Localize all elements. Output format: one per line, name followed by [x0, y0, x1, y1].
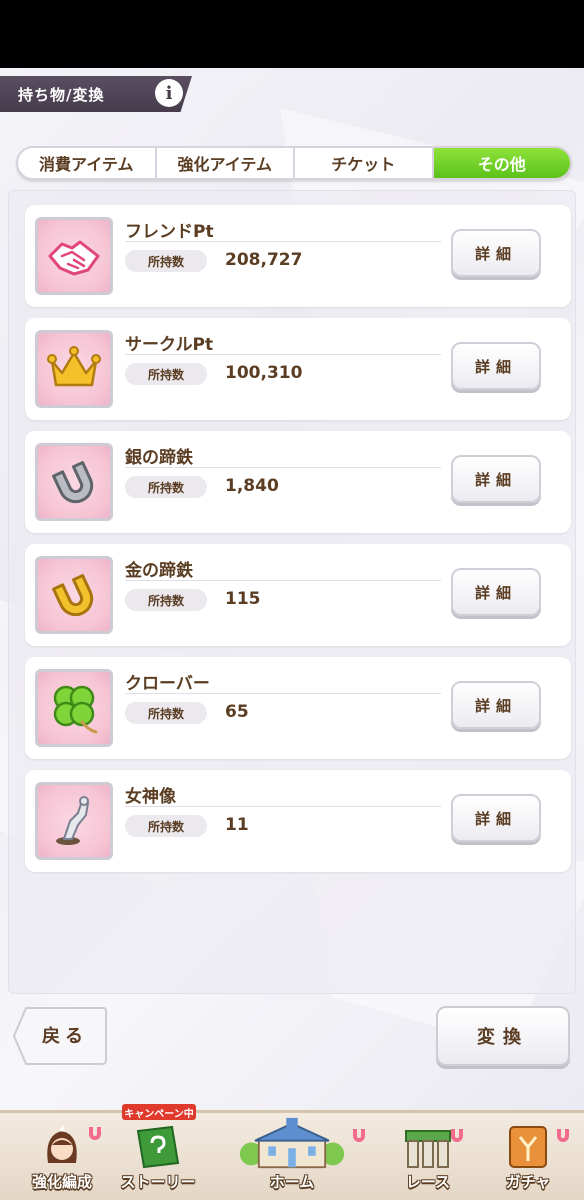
divider — [125, 241, 441, 242]
item-name: フレンドPt — [125, 222, 214, 242]
item-name: 女神像 — [125, 787, 176, 807]
handshake-icon — [35, 217, 113, 295]
list-item: 女神像 所持数 11 詳細 — [25, 770, 571, 872]
story-book-icon — [136, 1125, 180, 1169]
divider — [125, 467, 441, 468]
count-label: 所持数 — [125, 250, 207, 272]
item-name: サークルPt — [125, 335, 214, 355]
detail-button[interactable]: 詳細 — [451, 455, 541, 503]
crown-icon — [35, 330, 113, 408]
notification-horseshoe-icon — [353, 1129, 365, 1142]
item-name: 銀の蹄鉄 — [125, 448, 193, 468]
nav-label: ホーム — [269, 1173, 315, 1191]
notification-horseshoe-icon — [451, 1129, 463, 1142]
nav-label: レース — [405, 1173, 451, 1191]
nav-home[interactable]: ホーム — [222, 1116, 362, 1192]
inventory-screen: 持ち物/変換 i 消費アイテム 強化アイテム チケット その他 フレンドPt 所… — [0, 68, 584, 1200]
gacha-icon — [509, 1126, 547, 1168]
divider — [125, 693, 441, 694]
list-item: 銀の蹄鉄 所持数 1,840 詳細 — [25, 431, 571, 533]
count-label: 所持数 — [125, 476, 207, 498]
item-name: クローバー — [125, 674, 210, 694]
count-value: 208,727 — [225, 250, 303, 270]
count-value: 115 — [225, 589, 261, 609]
detail-button[interactable]: 詳細 — [451, 568, 541, 616]
notification-horseshoe-icon — [557, 1129, 569, 1142]
page-title: 持ち物/変換 — [18, 85, 105, 104]
detail-button[interactable]: 詳細 — [451, 342, 541, 390]
info-button[interactable]: i — [155, 79, 183, 107]
bottom-navigation: 強化編成 ストーリー ホーム レース ガチャ — [0, 1110, 584, 1200]
item-list[interactable]: フレンドPt 所持数 208,727 詳細 サークルPt 所持数 100,310… — [8, 190, 576, 994]
tab-consumables[interactable]: 消費アイテム — [18, 148, 157, 178]
tab-others[interactable]: その他 — [433, 148, 570, 178]
nav-label: ストーリー — [120, 1173, 196, 1191]
notification-horseshoe-icon — [89, 1127, 101, 1140]
list-item: 金の蹄鉄 所持数 115 詳細 — [25, 544, 571, 646]
tab-enhancement[interactable]: 強化アイテム — [157, 148, 295, 178]
category-tabs: 消費アイテム 強化アイテム チケット その他 — [16, 146, 572, 180]
nav-story[interactable]: ストーリー — [112, 1116, 204, 1192]
character-icon — [47, 1125, 77, 1163]
item-name: 金の蹄鉄 — [125, 561, 193, 581]
home-building-icon — [239, 1117, 345, 1169]
gold-horseshoe-icon — [35, 556, 113, 634]
count-label: 所持数 — [125, 815, 207, 837]
convert-button[interactable]: 変換 — [436, 1006, 570, 1066]
count-value: 100,310 — [225, 363, 303, 383]
list-item: フレンドPt 所持数 208,727 詳細 — [25, 205, 571, 307]
nav-label: 強化編成 — [31, 1173, 92, 1191]
count-label: 所持数 — [125, 589, 207, 611]
back-button[interactable]: 戻る — [12, 1006, 108, 1064]
count-label: 所持数 — [125, 702, 207, 724]
nav-label: ガチャ — [505, 1173, 551, 1191]
campaign-badge: キャンペーン中 — [122, 1104, 196, 1120]
list-item: クローバー 所持数 65 詳細 — [25, 657, 571, 759]
tab-tickets[interactable]: チケット — [295, 148, 434, 178]
divider — [125, 806, 441, 807]
count-value: 1,840 — [225, 476, 279, 496]
divider — [125, 580, 441, 581]
divider — [125, 354, 441, 355]
clover-icon — [35, 669, 113, 747]
goddess-statue-icon — [35, 782, 113, 860]
detail-button[interactable]: 詳細 — [451, 794, 541, 842]
count-value: 11 — [225, 815, 249, 835]
count-value: 65 — [225, 702, 249, 722]
list-item: サークルPt 所持数 100,310 詳細 — [25, 318, 571, 420]
detail-button[interactable]: 詳細 — [451, 229, 541, 277]
detail-button[interactable]: 詳細 — [451, 681, 541, 729]
silver-horseshoe-icon — [35, 443, 113, 521]
count-label: 所持数 — [125, 363, 207, 385]
